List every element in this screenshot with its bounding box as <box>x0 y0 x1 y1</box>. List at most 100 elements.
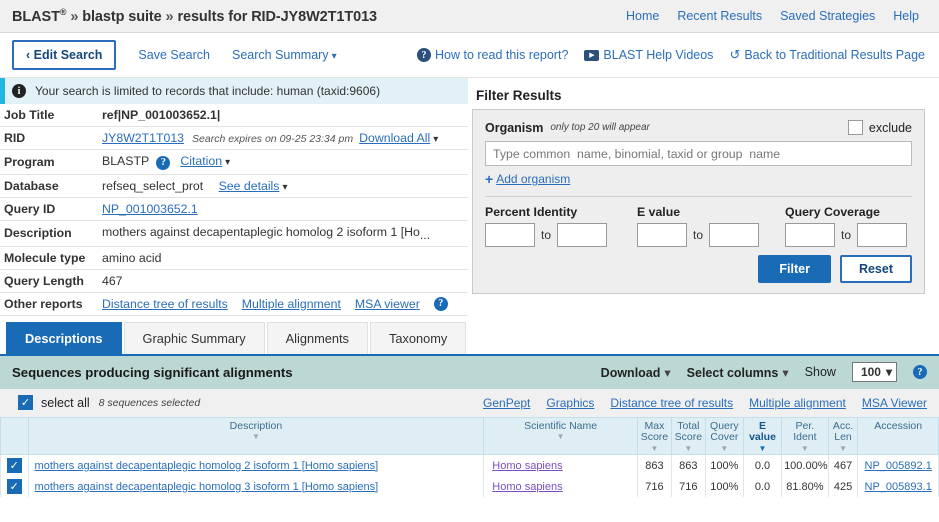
row-description-link[interactable]: mothers against decapentaplegic homolog … <box>35 481 379 493</box>
query-coverage-to-input[interactable] <box>857 223 908 247</box>
filter-button[interactable]: Filter <box>758 255 831 283</box>
tab-taxonomy[interactable]: Taxonomy <box>369 321 467 354</box>
row-checkbox[interactable]: ✓ <box>6 479 22 494</box>
add-organism-link[interactable]: Add organism <box>496 172 570 186</box>
query-id-link[interactable]: NP_001003652.1 <box>102 202 198 216</box>
row-scientific-name-link[interactable]: Homo sapiens <box>492 460 562 472</box>
sort-descending-icon: ▼ <box>684 444 693 453</box>
multiple-alignment-link[interactable]: Multiple alignment <box>242 297 341 311</box>
chevron-down-icon: ▾ <box>782 365 789 380</box>
multiple-alignment-link[interactable]: Multiple alignment <box>749 396 846 410</box>
chevron-down-icon[interactable]: ▾ <box>433 134 438 145</box>
nav-home[interactable]: Home <box>626 9 659 23</box>
query-coverage-label: Query Coverage <box>785 205 881 219</box>
save-search-link[interactable]: Save Search <box>138 48 210 62</box>
rid-link[interactable]: JY8W2T1T013 <box>102 131 184 145</box>
other-reports-links: Distance tree of results Multiple alignm… <box>102 296 462 311</box>
percent-identity-from-input[interactable] <box>485 223 535 247</box>
percent-identity-to-input[interactable] <box>557 223 608 247</box>
tab-alignments[interactable]: Alignments <box>266 321 368 354</box>
download-all-dropdown[interactable]: Download All <box>359 131 430 145</box>
nav-recent-results[interactable]: Recent Results <box>677 9 762 23</box>
row-checkbox-cell[interactable]: ✓ <box>0 454 29 476</box>
chevron-down-icon: ▾ <box>885 365 892 379</box>
row-e-value: 0.0 <box>742 476 783 497</box>
row-description-link[interactable]: mothers against decapentaplegic homolog … <box>35 460 379 472</box>
select-all-checkbox[interactable]: ✓ <box>18 395 33 410</box>
row-checkbox[interactable]: ✓ <box>6 458 22 473</box>
select-columns-dropdown[interactable]: Select columns ▾ <box>687 365 789 380</box>
chevron-down-icon[interactable]: ▾ <box>282 182 287 193</box>
evalue-label: E value <box>637 205 681 219</box>
distance-tree-results-link[interactable]: Distance tree of results <box>610 396 733 410</box>
select-columns-label: Select columns <box>686 365 779 380</box>
other-reports-help-icon[interactable]: ? <box>433 296 448 311</box>
percent-identity-group: Percent Identity to <box>485 205 637 247</box>
table-header-row: Description ▼ Scientific Name ▼ Max Scor… <box>0 416 939 455</box>
exclude-checkbox[interactable] <box>847 120 863 135</box>
graphics-link[interactable]: Graphics <box>546 396 594 410</box>
download-dropdown[interactable]: Download ▾ <box>601 365 671 380</box>
summary-row-program: Program BLASTP ? Citation ▾ <box>0 150 468 174</box>
video-icon <box>584 49 600 61</box>
show-label: Show <box>804 365 836 379</box>
distance-tree-link[interactable]: Distance tree of results <box>102 297 228 311</box>
col-acc-len-header[interactable]: Acc. Len ▼ <box>827 416 859 455</box>
show-count-select[interactable]: 100 ▾ <box>851 362 897 382</box>
organism-input[interactable] <box>485 141 912 166</box>
plus-icon: + <box>485 171 494 187</box>
program-help-icon[interactable]: ? <box>156 155 171 170</box>
col-max-score-line1: Max <box>644 419 665 432</box>
evalue-from-input[interactable] <box>637 223 687 247</box>
registered-mark-icon: ® <box>59 7 67 18</box>
sort-descending-icon: ▼ <box>650 444 659 453</box>
tab-graphic-summary[interactable]: Graphic Summary <box>123 321 265 354</box>
row-checkbox-cell[interactable]: ✓ <box>0 476 29 497</box>
search-summary-dropdown[interactable]: Search Summary ▾ <box>232 48 337 62</box>
tab-descriptions[interactable]: Descriptions <box>6 321 122 354</box>
reset-button[interactable]: Reset <box>839 255 912 283</box>
msa-viewer-link[interactable]: MSA Viewer <box>862 396 927 410</box>
label-job-title: Job Title <box>4 108 55 122</box>
col-description-header[interactable]: Description ▼ <box>27 416 485 455</box>
col-e-value-line1: E <box>758 419 766 432</box>
filter-results-heading: Filter Results <box>476 88 562 103</box>
col-per-ident-header[interactable]: Per. Ident ▼ <box>781 416 829 455</box>
edit-search-button[interactable]: ‹ Edit Search <box>12 40 117 70</box>
row-accession-link[interactable]: NP_005892.1 <box>865 460 932 472</box>
results-help-icon[interactable]: ? <box>913 365 927 379</box>
nav-saved-strategies[interactable]: Saved Strategies <box>780 9 875 23</box>
chevron-down-icon[interactable]: ▾ <box>225 157 230 168</box>
row-accession-link[interactable]: NP_005893.1 <box>865 481 932 493</box>
page-title: BLAST® » blastp suite » results for RID-… <box>12 7 377 25</box>
row-per-ident: 100.00% <box>781 454 829 476</box>
col-query-cover-header[interactable]: Query Cover ▼ <box>704 416 744 455</box>
query-coverage-group: Query Coverage to <box>785 205 908 247</box>
summary-row-query-length: Query Length 467 <box>0 269 468 292</box>
label-query-id: Query ID <box>4 201 56 216</box>
col-accession-header[interactable]: Accession <box>857 416 939 455</box>
col-total-score-header[interactable]: Total Score ▼ <box>670 416 706 455</box>
msa-viewer-link[interactable]: MSA viewer <box>355 297 420 311</box>
col-e-value-header[interactable]: E value ▼ <box>742 416 783 455</box>
summary-row-other-reports: Other reports Distance tree of results M… <box>0 292 468 315</box>
nav-help[interactable]: Help <box>893 9 919 23</box>
exclude-toggle[interactable]: exclude <box>847 120 912 135</box>
filter-ranges-row: Percent Identity to E value to Query Cov… <box>485 205 912 247</box>
col-scientific-name-header[interactable]: Scientific Name ▼ <box>483 416 638 455</box>
citation-dropdown[interactable]: Citation <box>180 154 222 168</box>
help-videos-label: BLAST Help Videos <box>603 48 714 62</box>
how-to-read-report-link[interactable]: ? How to read this report? <box>417 48 568 62</box>
add-organism-row[interactable]: + Add organism <box>485 171 912 187</box>
blast-help-videos-link[interactable]: BLAST Help Videos <box>584 48 713 62</box>
breadcrumb-results: results for RID-JY8W2T1T013 <box>177 8 378 25</box>
genpept-link[interactable]: GenPept <box>483 396 530 410</box>
col-checkbox-header <box>0 416 29 455</box>
col-max-score-header[interactable]: Max Score ▼ <box>636 416 672 455</box>
evalue-to-input[interactable] <box>709 223 760 247</box>
see-details-dropdown[interactable]: See details <box>219 179 280 193</box>
back-to-traditional-results-link[interactable]: ↺ Back to Traditional Results Page <box>729 47 925 63</box>
query-coverage-from-input[interactable] <box>785 223 835 247</box>
row-scientific-name-link[interactable]: Homo sapiens <box>492 481 562 493</box>
brand-name: BLAST <box>12 8 60 25</box>
